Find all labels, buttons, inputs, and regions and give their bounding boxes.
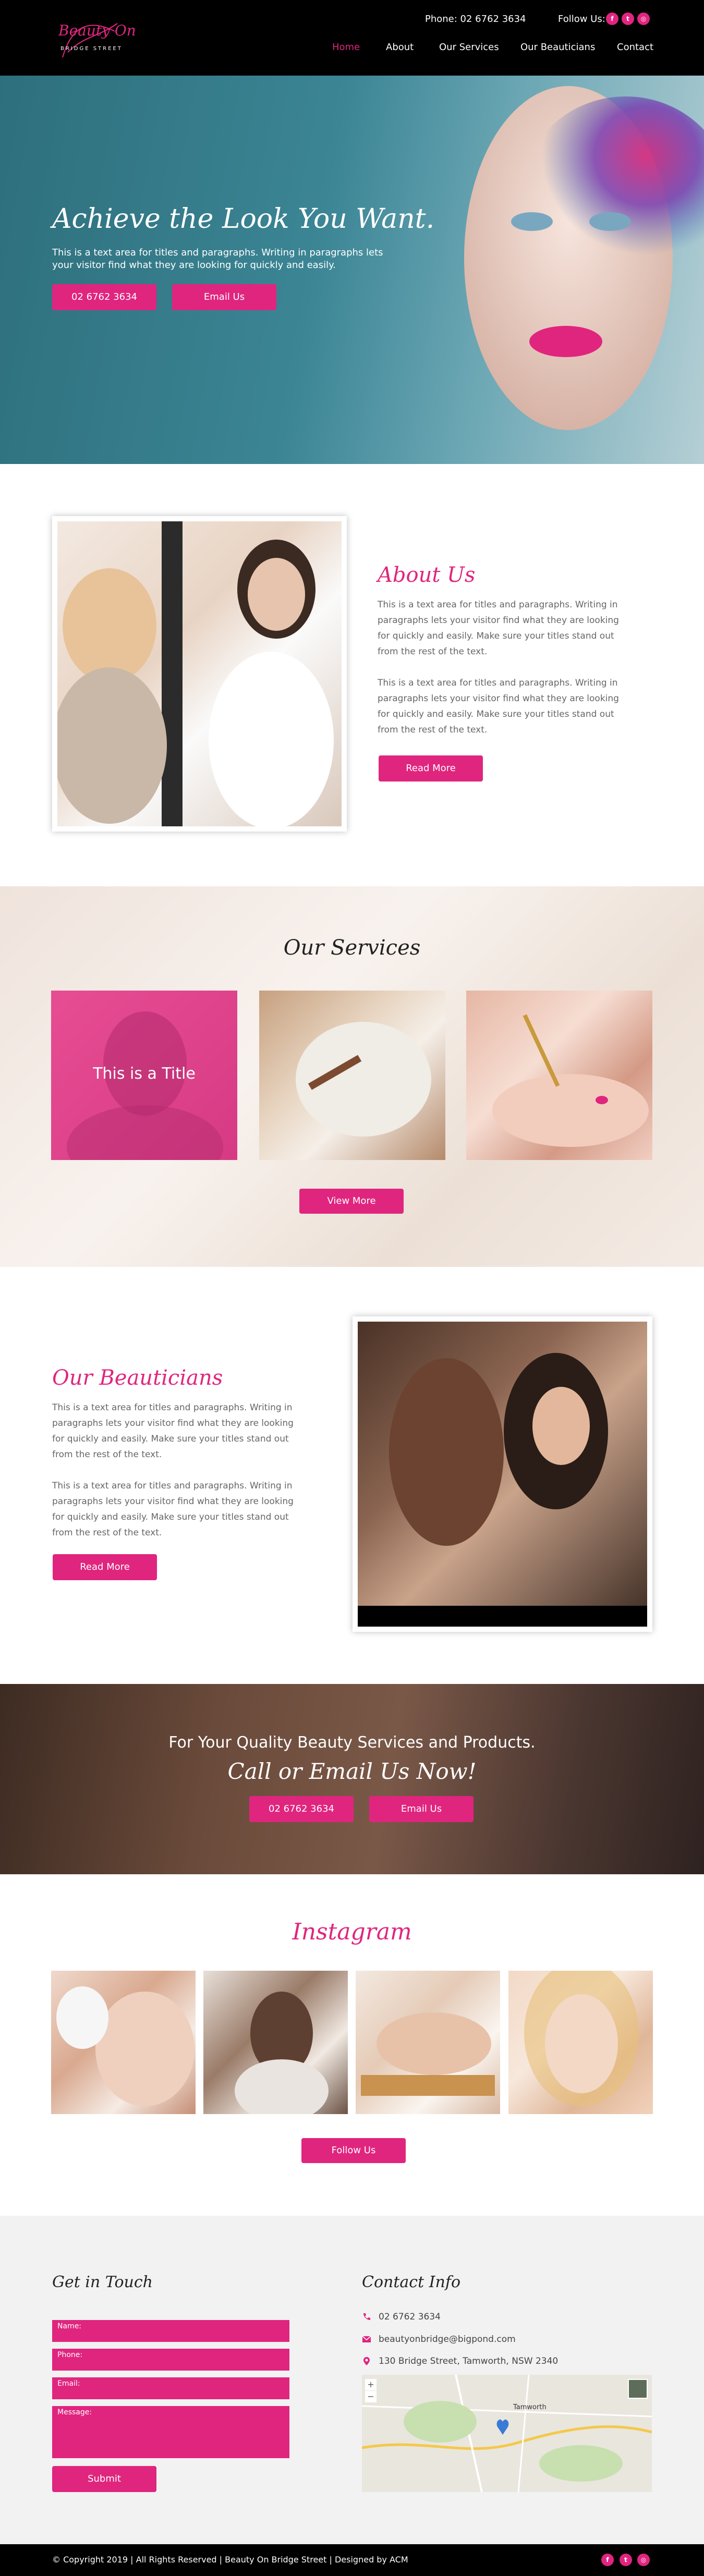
- instagram-photo-1[interactable]: [51, 1971, 196, 2114]
- hero-model-image: [464, 86, 704, 430]
- about-image: [52, 516, 347, 832]
- logo-text: Beauty On: [58, 22, 136, 39]
- phone-field[interactable]: Phone:: [52, 2349, 289, 2371]
- form-title: Get in Touch: [52, 2273, 153, 2291]
- instagram-photo-4[interactable]: [508, 1971, 653, 2114]
- facebook-icon[interactable]: f: [606, 13, 618, 25]
- envelope-icon: [362, 2336, 371, 2342]
- about-paragraph-1: This is a text area for titles and parag…: [378, 600, 619, 657]
- services-view-more-button[interactable]: View More: [299, 1189, 404, 1214]
- map-city-label: Tamworth: [513, 2403, 547, 2411]
- instagram-photo-4-shapes: [524, 1971, 639, 2106]
- logo[interactable]: Beauty On BRIDGE STREET: [52, 16, 136, 65]
- hero-title: Achieve the Look You Want.: [52, 203, 435, 235]
- nav-beauticians[interactable]: Our Beauticians: [520, 42, 595, 53]
- instagram-icon[interactable]: ◎: [637, 2554, 650, 2566]
- hero-phone-button[interactable]: 02 6762 3634: [52, 284, 156, 310]
- header-phone[interactable]: Phone: 02 6762 3634: [425, 14, 526, 25]
- nav-home[interactable]: Home: [332, 42, 360, 53]
- service-card-3[interactable]: [466, 991, 652, 1160]
- instagram-photo-1-shapes: [56, 1986, 195, 2106]
- contact-email[interactable]: beautyonbridge@bigpond.com: [379, 2334, 516, 2345]
- about-title: About Us: [378, 563, 476, 587]
- service-card-2-photo: [296, 1022, 431, 1137]
- email-field[interactable]: Email:: [52, 2377, 289, 2399]
- beauticians-image: [353, 1316, 652, 1632]
- beauticians-photo-shapes: [358, 1353, 647, 1627]
- map-pin-icon: [363, 2357, 370, 2365]
- zoom-out-button[interactable]: −: [365, 2391, 377, 2402]
- map-drawing: [362, 2375, 652, 2492]
- instagram-follow-button[interactable]: Follow Us: [301, 2138, 406, 2163]
- map-layers-button[interactable]: [628, 2379, 648, 2399]
- nav-services[interactable]: Our Services: [439, 42, 499, 53]
- location-map[interactable]: Tamworth + −: [362, 2375, 652, 2492]
- instagram-icon[interactable]: ◎: [637, 13, 650, 25]
- about-photo-shapes: [57, 521, 334, 826]
- submit-button[interactable]: Submit: [52, 2466, 156, 2492]
- site-footer: © Copyright 2019 | All Rights Reserved |…: [0, 2544, 704, 2576]
- beauticians-photo: [358, 1322, 647, 1627]
- beauticians-read-more-button[interactable]: Read More: [53, 1554, 157, 1580]
- beauticians-paragraph-1: This is a text area for titles and parag…: [52, 1402, 294, 1460]
- facebook-icon[interactable]: f: [601, 2554, 614, 2566]
- name-field[interactable]: Name:: [52, 2320, 289, 2342]
- cta-banner: For Your Quality Beauty Services and Pro…: [0, 1684, 704, 1874]
- about-paragraph-2: This is a text area for titles and parag…: [378, 678, 619, 735]
- about-photo: [57, 521, 342, 826]
- message-field[interactable]: Message:: [52, 2406, 289, 2458]
- service-card-2[interactable]: [259, 991, 445, 1160]
- twitter-icon[interactable]: t: [620, 2554, 632, 2566]
- contact-info-title: Contact Info: [362, 2273, 461, 2291]
- logo-subtext: BRIDGE STREET: [60, 46, 123, 52]
- service-card-3-photo: [492, 1014, 649, 1147]
- phone-icon: [363, 2313, 370, 2320]
- hero-text: This is a text area for titles and parag…: [52, 247, 383, 271]
- contact-address: 130 Bridge Street, Tamworth, NSW 2340: [379, 2356, 559, 2366]
- cta-email-button[interactable]: Email Us: [369, 1796, 474, 1822]
- instagram-photo-3[interactable]: [356, 1971, 500, 2114]
- instagram-photo-2-shapes: [235, 1992, 329, 2114]
- service-card-1[interactable]: This is a Title: [51, 991, 237, 1160]
- nav-about[interactable]: About: [386, 42, 414, 53]
- services-section: Our Services This is a Title View More: [0, 886, 704, 1267]
- hero-email-button[interactable]: Email Us: [172, 284, 276, 310]
- service-card-1-title: This is a Title: [93, 1065, 196, 1083]
- cta-subtitle: Call or Email Us Now!: [227, 1759, 477, 1784]
- nav-contact[interactable]: Contact: [617, 42, 653, 53]
- follow-us-label: Follow Us:: [558, 14, 605, 25]
- cta-phone-button[interactable]: 02 6762 3634: [249, 1796, 354, 1822]
- beauticians-title: Our Beauticians: [52, 1366, 223, 1390]
- zoom-in-button[interactable]: +: [365, 2379, 377, 2390]
- services-title: Our Services: [283, 936, 421, 960]
- instagram-title: Instagram: [292, 1919, 412, 1945]
- beauticians-paragraph-2: This is a text area for titles and parag…: [52, 1481, 294, 1538]
- twitter-icon[interactable]: t: [622, 13, 634, 25]
- about-read-more-button[interactable]: Read More: [379, 755, 483, 782]
- contact-phone[interactable]: 02 6762 3634: [379, 2312, 441, 2322]
- cta-title: For Your Quality Beauty Services and Pro…: [168, 1733, 536, 1752]
- copyright-text: © Copyright 2019 | All Rights Reserved |…: [52, 2555, 408, 2565]
- hero-banner: Achieve the Look You Want. This is a tex…: [0, 76, 704, 464]
- contact-section: Get in Touch Name: Phone: Email: Message…: [0, 2216, 704, 2544]
- instagram-photo-2[interactable]: [203, 1971, 348, 2114]
- site-header: Beauty On BRIDGE STREET Phone: 02 6762 3…: [0, 0, 704, 76]
- instagram-photo-3-shapes: [361, 2012, 495, 2096]
